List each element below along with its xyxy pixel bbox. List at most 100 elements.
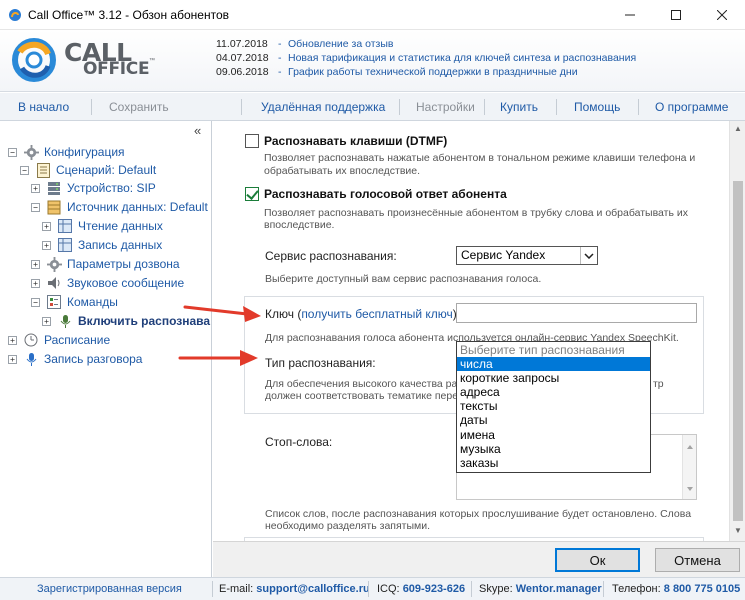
menu-about[interactable]: О программе [655, 100, 728, 114]
dropdown-option[interactable]: заказы [457, 456, 650, 470]
tree-item-datasource[interactable]: − Источник данных: Default [31, 198, 208, 216]
stopwords-description-line2: необходимо разделять запятыми. [265, 520, 431, 532]
menu-buy[interactable]: Купить [500, 100, 538, 114]
status-separator [603, 581, 604, 597]
tree-item-configuration[interactable]: − Конфигурация [8, 143, 125, 161]
tree-item-dial-params[interactable]: + Параметры дозвона [31, 255, 180, 273]
dtmf-checkbox[interactable] [245, 134, 259, 148]
expander-icon[interactable]: + [42, 316, 51, 326]
tree-item-read-data[interactable]: + Чтение данных [42, 217, 163, 235]
tree-item-write-data[interactable]: + Запись данных [42, 236, 162, 254]
stopwords-label: Стоп-слова: [265, 435, 333, 449]
news-link[interactable]: Новая тарификация и статистика для ключе… [288, 51, 636, 65]
expander-icon[interactable]: + [42, 221, 51, 231]
news-item: 11.07.2018 - Обновление за отзыв [216, 37, 636, 51]
minimize-button[interactable] [607, 0, 653, 30]
collapse-sidebar-button[interactable]: « [194, 123, 201, 138]
skype-link[interactable]: Wentor.manager [516, 583, 602, 595]
expander-icon[interactable]: + [8, 354, 17, 364]
menu-separator [399, 99, 400, 115]
status-bar: Зарегистрированная версия E-mail: suppor… [0, 577, 745, 600]
tree-item-scenario[interactable]: − Сценарий: Default [20, 161, 156, 179]
dropdown-option-selected[interactable]: числа [457, 357, 650, 371]
scroll-up-icon[interactable]: ▲ [734, 124, 742, 133]
app-header: CALL OFFICE ™ 11.07.2018 - Обновление за… [0, 30, 745, 92]
menu-settings[interactable]: Настройки [416, 100, 475, 114]
tree-item-label: Команды [67, 295, 118, 309]
scroll-down-icon[interactable]: ▼ [734, 526, 742, 535]
news-date: 09.06.2018 [216, 66, 269, 78]
registered-version-link[interactable]: Зарегистрированная версия [37, 583, 182, 595]
recognition-type-description-tail: тр [653, 378, 664, 390]
service-select[interactable]: Сервис Yandex [456, 246, 598, 265]
expander-icon[interactable]: + [31, 278, 40, 288]
menu-home[interactable]: В начало [18, 100, 69, 114]
tree-item-label: Запись разговора [44, 352, 143, 366]
menu-help[interactable]: Помощь [574, 100, 620, 114]
app-icon [9, 9, 21, 21]
voice-recognition-title: Распознавать голосовой ответ абонента [264, 187, 507, 201]
expander-icon[interactable]: + [31, 259, 40, 269]
recognition-type-description-line2: должен соответствовать тематике пере [265, 390, 459, 402]
status-separator [368, 581, 369, 597]
dropdown-option[interactable]: Выберите тип распознавания [457, 343, 650, 357]
recognition-type-dropdown[interactable]: Выберите тип распознавания числа коротки… [456, 341, 651, 473]
menu-remote-support[interactable]: Удалённая поддержка [261, 100, 385, 114]
table-icon [57, 218, 73, 234]
expander-icon[interactable]: − [20, 165, 29, 175]
expander-icon[interactable]: − [8, 147, 17, 157]
database-icon [46, 199, 62, 215]
get-free-key-link[interactable]: получить бесплатный ключ [301, 307, 452, 321]
content-scrollbar[interactable]: ▲ ▼ [729, 121, 745, 541]
tree-item-device[interactable]: + Устройство: SIP [31, 179, 156, 197]
tree-item-commands[interactable]: − Команды [31, 293, 118, 311]
close-button[interactable] [699, 0, 745, 30]
status-icq: ICQ: 609-923-626 [377, 583, 466, 595]
menu-separator [484, 99, 485, 115]
news-bullet: - [278, 52, 282, 64]
chevron-down-icon [580, 247, 597, 264]
key-input[interactable] [456, 303, 697, 323]
server-icon [46, 180, 62, 196]
textarea-scrollbar[interactable] [682, 435, 696, 499]
menu-separator [556, 99, 557, 115]
status-email: E-mail: support@calloffice.ru [219, 583, 370, 595]
expander-icon[interactable]: + [8, 335, 17, 345]
tree-item-sound-message[interactable]: + Звуковое сообщение [31, 274, 184, 292]
dropdown-option[interactable]: адреса [457, 385, 650, 399]
logo-trademark: ™ [149, 58, 155, 64]
annotation-arrow-icon [183, 305, 261, 322]
ok-button[interactable]: Ок [555, 548, 640, 572]
news-list: 11.07.2018 - Обновление за отзыв 04.07.2… [216, 37, 636, 79]
expander-icon[interactable]: − [31, 297, 40, 307]
news-link[interactable]: График работы технической поддержки в пр… [288, 65, 578, 79]
email-link[interactable]: support@calloffice.ru [256, 583, 369, 595]
dropdown-option[interactable]: тексты [457, 399, 650, 413]
clock-icon [23, 332, 39, 348]
cancel-button[interactable]: Отмена [655, 548, 740, 572]
news-link[interactable]: Обновление за отзыв [288, 37, 393, 51]
tree-item-call-recording[interactable]: + Запись разговора [8, 350, 142, 368]
gear-icon [23, 144, 39, 160]
scrollbar-thumb[interactable] [733, 181, 743, 521]
expander-icon[interactable]: + [31, 183, 40, 193]
expander-icon[interactable]: + [42, 240, 51, 250]
tree-item-schedule[interactable]: + Расписание [8, 331, 110, 349]
table-icon [57, 237, 73, 253]
dropdown-option[interactable]: короткие запросы [457, 371, 650, 385]
tree-item-label: Конфигурация [44, 145, 125, 159]
dropdown-option[interactable]: музыка [457, 442, 650, 456]
status-separator [471, 581, 472, 597]
logo: CALL OFFICE ™ [8, 34, 158, 86]
news-bullet: - [278, 66, 282, 78]
dtmf-description-line1: Позволяет распознавать нажатые абонентом… [264, 152, 696, 164]
menu-bar: В начало Сохранить Удалённая поддержка Н… [0, 93, 745, 121]
dropdown-option[interactable]: имена [457, 428, 650, 442]
voice-recognition-checkbox[interactable] [245, 187, 259, 201]
news-bullet: - [278, 38, 282, 50]
scroll-arrows-icon [687, 445, 693, 491]
expander-icon[interactable]: − [31, 202, 40, 212]
menu-save[interactable]: Сохранить [109, 100, 169, 114]
maximize-button[interactable] [653, 0, 699, 30]
dropdown-option[interactable]: даты [457, 413, 650, 427]
